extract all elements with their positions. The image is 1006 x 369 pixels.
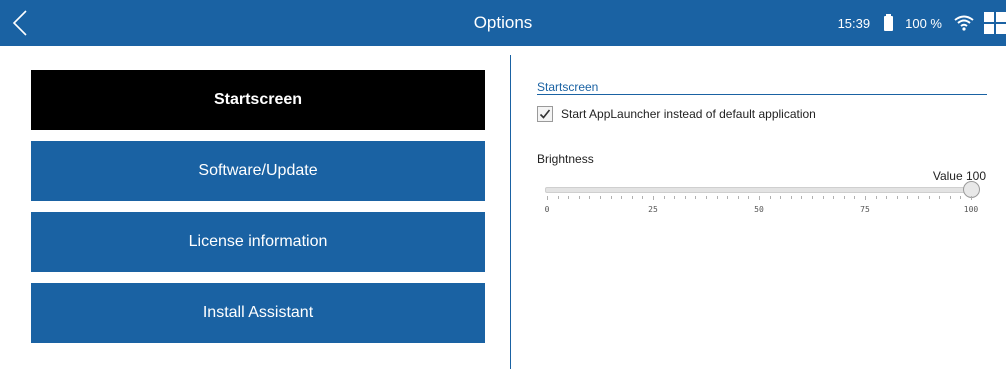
slider-tick — [896, 196, 898, 199]
slider-tick — [547, 196, 548, 200]
section-title: Startscreen — [537, 80, 599, 94]
slider-tick — [621, 196, 623, 199]
menu-item-install-assistant[interactable]: Install Assistant — [31, 283, 485, 343]
slider-tick — [769, 196, 771, 199]
top-bar: Options 15:39 100 % — [0, 0, 1006, 46]
menu-item-license-information[interactable]: License information — [31, 212, 485, 272]
checkmark-icon — [539, 109, 551, 119]
slider-tick — [716, 196, 718, 199]
slider-tick — [865, 196, 866, 200]
slider-tick — [949, 196, 951, 199]
slider-tick-label: 25 — [648, 205, 658, 214]
slider-tick — [780, 196, 782, 199]
slider-tick — [610, 196, 612, 199]
applauncher-checkbox-label: Start AppLauncher instead of default app… — [561, 107, 816, 121]
slider-tick — [907, 196, 909, 199]
slider-tick-label: 50 — [754, 205, 764, 214]
menu-item-software-update[interactable]: Software/Update — [31, 141, 485, 201]
slider-tick — [759, 196, 760, 200]
slider-tick — [600, 196, 601, 199]
slider-tick — [674, 196, 676, 199]
slider-tick — [706, 196, 707, 199]
slider-tick — [557, 196, 559, 199]
slider-tick — [843, 196, 845, 199]
apps-grid-icon[interactable] — [984, 12, 1006, 34]
slider-tick — [684, 196, 686, 199]
slider-tick — [663, 196, 665, 199]
applauncher-checkbox-row[interactable]: Start AppLauncher instead of default app… — [537, 106, 816, 122]
wifi-icon — [954, 15, 974, 31]
brightness-slider-track[interactable] — [545, 187, 975, 193]
slider-tick — [939, 196, 941, 199]
panel-divider — [510, 55, 511, 369]
brightness-value: Value 100 — [932, 169, 986, 183]
slider-tick — [833, 196, 835, 199]
slider-tick — [695, 196, 697, 199]
slider-tick — [568, 196, 570, 199]
slider-tick — [886, 196, 888, 199]
slider-tick — [578, 196, 580, 199]
slider-tick-label: 0 — [544, 205, 550, 214]
slider-tick — [822, 196, 824, 199]
slider-tick-label: 75 — [860, 205, 870, 214]
applauncher-checkbox[interactable] — [537, 106, 553, 122]
slider-tick — [928, 196, 930, 199]
slider-tick-label: 100 — [963, 205, 979, 214]
menu-item-startscreen[interactable]: Startscreen — [31, 70, 485, 130]
slider-tick — [727, 196, 729, 199]
brightness-label: Brightness — [537, 152, 594, 166]
slider-tick — [737, 196, 739, 199]
slider-tick — [631, 196, 633, 199]
status-area: 15:39 100 % — [838, 0, 1006, 46]
slider-tick — [589, 196, 591, 199]
clock: 15:39 — [837, 15, 871, 31]
slider-tick — [971, 196, 972, 200]
battery-percent: 100 % — [905, 15, 942, 31]
slider-tick — [801, 196, 803, 199]
slider-tick — [960, 196, 962, 199]
battery-icon — [884, 13, 894, 31]
slider-tick — [918, 196, 919, 199]
slider-tick — [642, 196, 644, 199]
slider-tick — [790, 196, 792, 199]
slider-tick — [653, 196, 654, 200]
slider-tick — [854, 196, 856, 199]
slider-tick — [748, 196, 750, 199]
section-underline — [537, 94, 987, 95]
slider-tick — [875, 196, 877, 199]
slider-tick — [812, 196, 813, 199]
